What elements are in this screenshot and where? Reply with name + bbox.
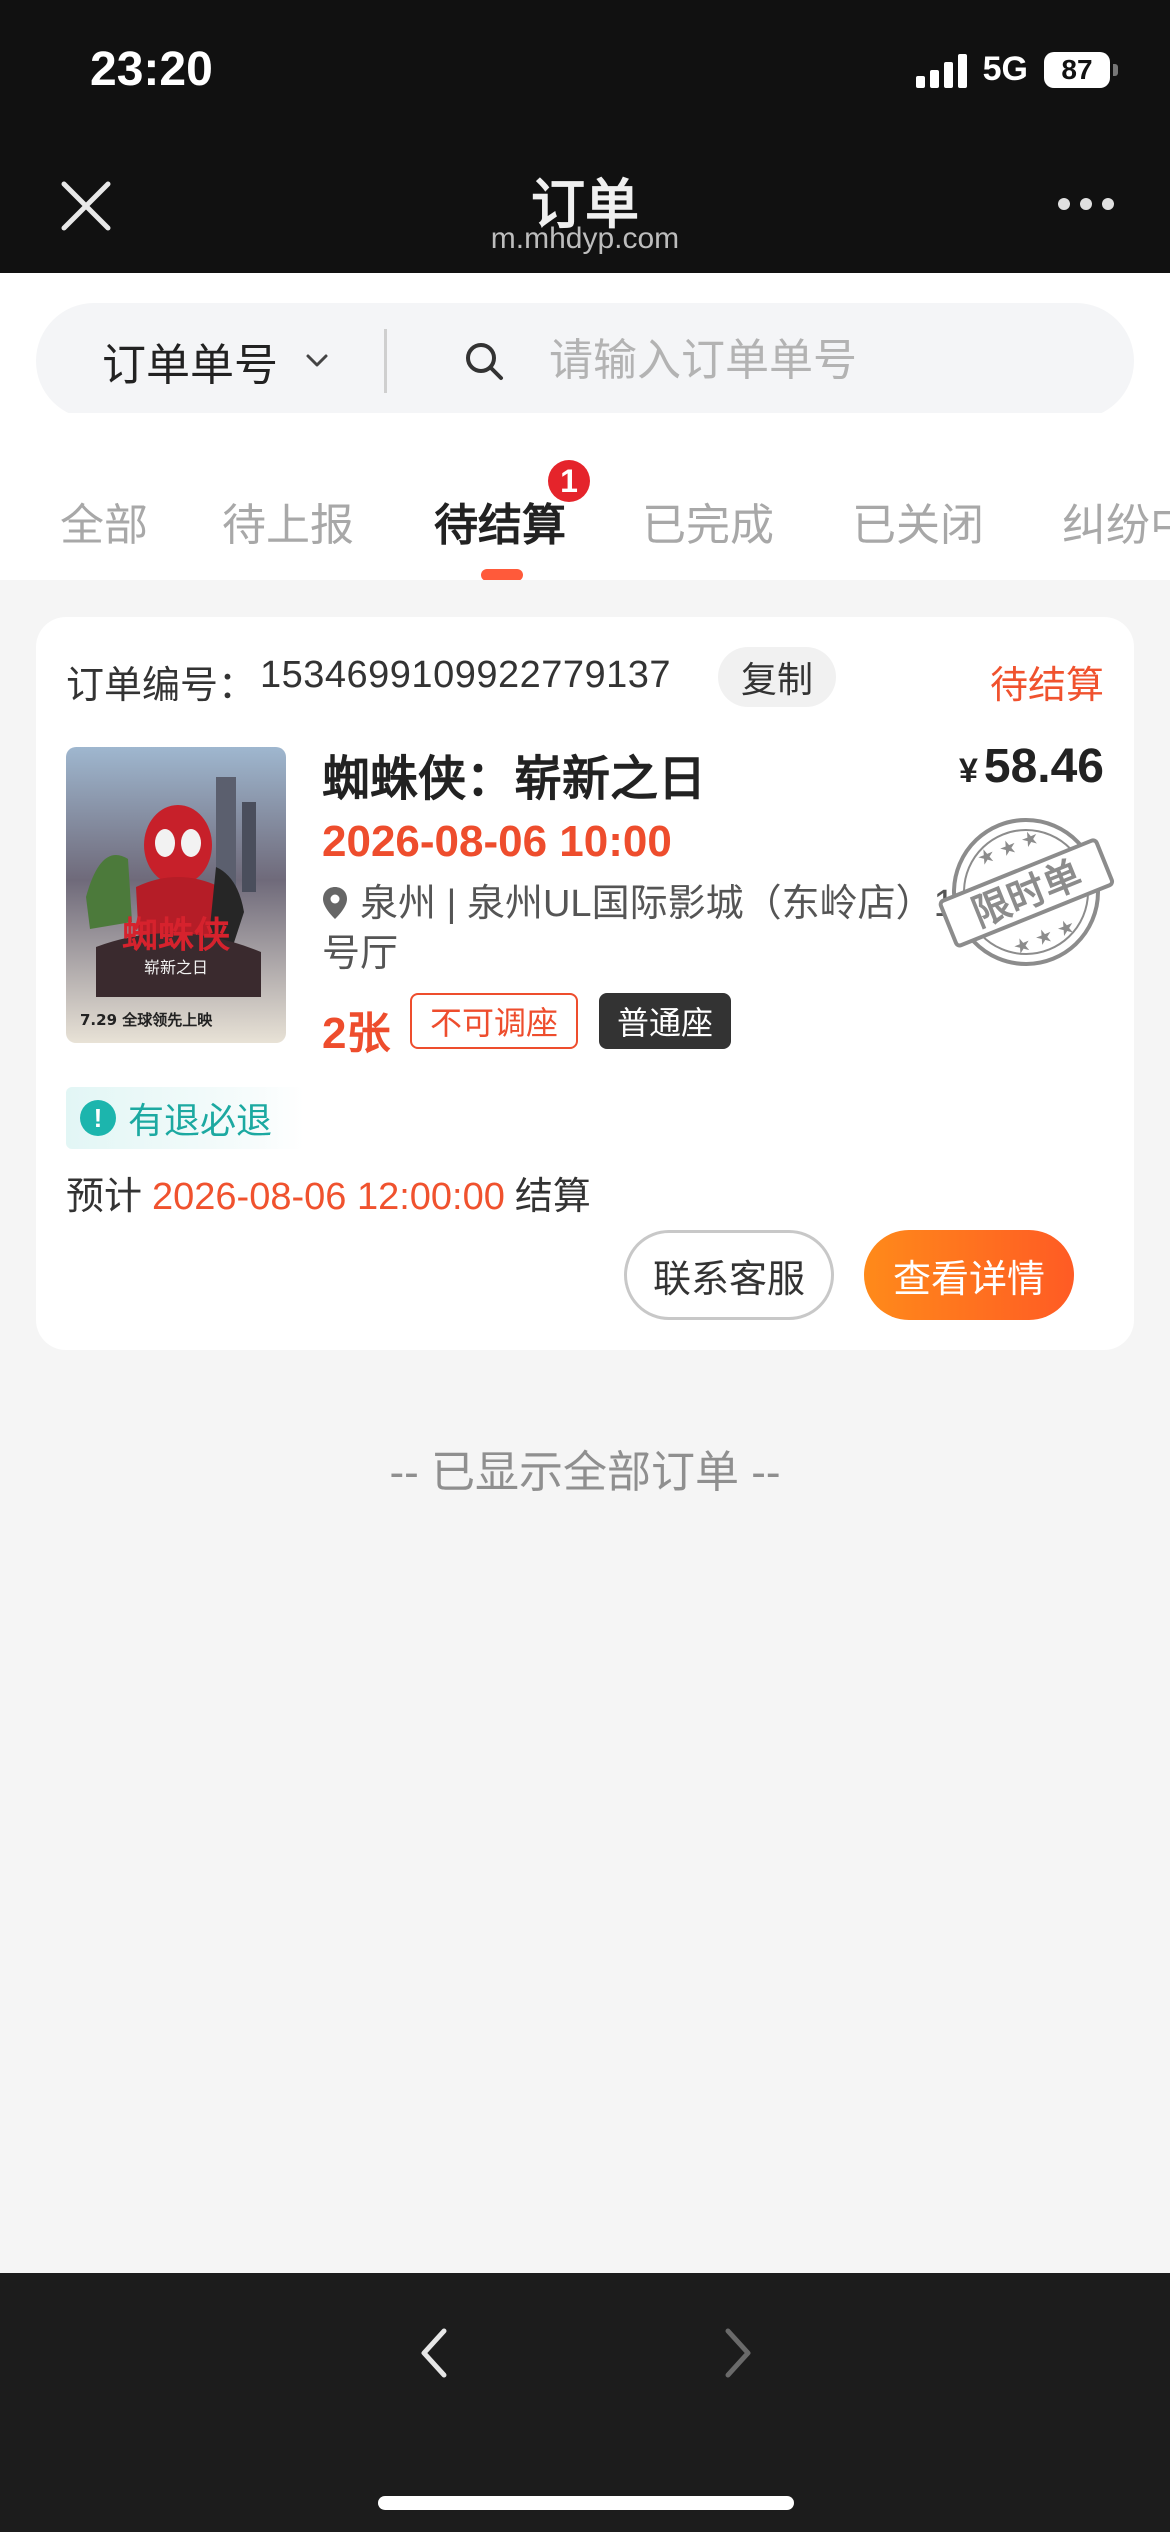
ticket-count: 2张 bbox=[322, 1009, 391, 1058]
tab-badge-count: 1 bbox=[548, 460, 590, 502]
page-url: m.mhdyp.com bbox=[490, 222, 680, 255]
copy-button[interactable]: 复制 bbox=[718, 647, 836, 707]
back-arrow-icon[interactable] bbox=[414, 2323, 454, 2383]
list-end-text: -- 已显示全部订单 -- bbox=[389, 1448, 781, 1497]
network-label: 5G bbox=[982, 50, 1028, 88]
order-number: 1534699109922779137 bbox=[260, 654, 672, 696]
order-price: ¥58.46 bbox=[959, 739, 1104, 794]
tab-pending-settlement[interactable]: 待结算 bbox=[434, 489, 566, 553]
poster-title: 蜘蛛侠 bbox=[122, 915, 231, 956]
more-icon[interactable] bbox=[1058, 198, 1114, 210]
poster-subtitle: 崭新之日 bbox=[144, 958, 208, 977]
chevron-down-icon[interactable] bbox=[302, 346, 332, 376]
poster-release: 7.29 全球领先上映 bbox=[80, 1011, 213, 1029]
nav-header: 订单 m.mhdyp.com bbox=[0, 150, 1170, 273]
settlement-estimate: 预计 2026-08-06 12:00:00 结算 bbox=[66, 1165, 591, 1220]
movie-poster[interactable]: 蜘蛛侠 崭新之日 7.29 全球领先上映 bbox=[66, 747, 286, 1043]
limited-order-stamp: 限时单 ★ ★ ★ ★ ★ ★ bbox=[938, 818, 1115, 966]
cinema-location: 泉州 | 泉州UL国际影城（东岭店）1号厅 bbox=[322, 879, 962, 979]
tab-closed[interactable]: 已关闭 bbox=[852, 489, 984, 553]
order-number-label: 订单编号： bbox=[66, 665, 257, 707]
page: 23:20 5G 87 订单 m.mhdyp.com 订单单号 请输入订单单号 … bbox=[0, 0, 1170, 2532]
seat-type-tag: 普通座 bbox=[599, 993, 732, 1049]
movie-title: 蜘蛛侠：崭新之日 bbox=[322, 753, 707, 806]
view-details-button[interactable]: 查看详情 bbox=[864, 1230, 1074, 1320]
search-type-select[interactable]: 订单单号 bbox=[102, 329, 278, 393]
search-box: 订单单号 bbox=[36, 303, 1134, 419]
contact-support-button[interactable]: 联系客服 bbox=[624, 1230, 834, 1320]
currency-symbol: ¥ bbox=[958, 752, 978, 790]
tab-active-indicator bbox=[481, 569, 523, 580]
signal-icon bbox=[915, 52, 967, 88]
status-bar: 23:20 5G 87 bbox=[0, 0, 1170, 150]
search-area: 订单单号 bbox=[0, 273, 1170, 419]
price-value: 58.46 bbox=[983, 740, 1104, 793]
showtime: 2026-08-06 10:00 bbox=[322, 817, 672, 866]
no-seat-adjust-tag: 不可调座 bbox=[410, 993, 579, 1049]
settle-prefix: 预计 bbox=[66, 1176, 143, 1218]
info-icon: ! bbox=[80, 1100, 116, 1136]
order-tabs: 全部 待上报 待结算 已完成 已关闭 纠纷中 1 bbox=[0, 413, 1170, 580]
search-divider bbox=[384, 329, 387, 393]
status-time: 23:20 bbox=[90, 43, 213, 96]
order-card[interactable]: 订单编号： 1534699109922779137 复制 待结算 蜘蛛侠 崭新之… bbox=[36, 617, 1134, 1350]
status-indicators: 5G 87 bbox=[915, 50, 1118, 89]
settle-suffix: 结算 bbox=[514, 1176, 591, 1218]
tab-all[interactable]: 全部 bbox=[60, 489, 148, 553]
forward-arrow-icon[interactable] bbox=[718, 2323, 758, 2383]
location-pin-icon bbox=[323, 887, 347, 919]
battery-icon: 87 bbox=[1044, 51, 1118, 88]
refund-guarantee-label: 有退必退 bbox=[128, 1100, 273, 1141]
home-indicator[interactable] bbox=[378, 2496, 794, 2510]
tab-dispute[interactable]: 纠纷中 bbox=[1062, 489, 1170, 553]
refund-guarantee-badge: ! 有退必退 bbox=[66, 1087, 304, 1149]
tab-completed[interactable]: 已完成 bbox=[642, 489, 774, 553]
search-input[interactable] bbox=[549, 336, 1069, 386]
order-status: 待结算 bbox=[989, 665, 1104, 707]
browser-bottom-bar bbox=[0, 2273, 1170, 2532]
settle-date: 2026-08-06 12:00:00 bbox=[152, 1176, 505, 1218]
tab-pending-report[interactable]: 待上报 bbox=[222, 489, 354, 553]
search-icon bbox=[466, 343, 503, 380]
cinema-location-text: 泉州 | 泉州UL国际影城（东岭店）1号厅 bbox=[322, 883, 955, 975]
